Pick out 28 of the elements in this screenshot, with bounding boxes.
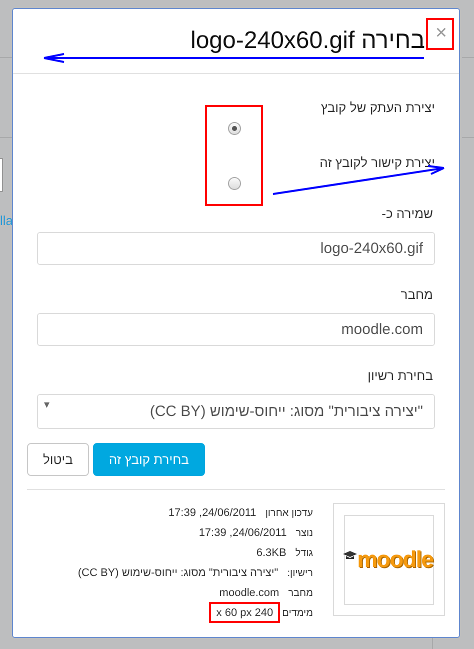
detail-value: 6.3KB bbox=[256, 547, 286, 559]
field-label: בחירת רשיון bbox=[366, 368, 433, 384]
radio-button[interactable] bbox=[228, 177, 241, 190]
field-label: מחבר bbox=[400, 287, 433, 303]
cap-icon bbox=[343, 551, 358, 560]
license-dropdown[interactable]: "יצירה ציבורית" מסוג: ייחוס-שימוש (CC BY) ▾ bbox=[37, 394, 435, 429]
detail-label: מחבר bbox=[288, 588, 313, 598]
highlight-frame bbox=[209, 602, 280, 623]
detail-label: גודל bbox=[295, 548, 313, 558]
detail-value: 24/06/2011, 17:39 bbox=[168, 507, 256, 519]
detail-value: x 60 px 240 bbox=[216, 607, 274, 619]
detail-label: מימדים bbox=[282, 608, 313, 618]
option-label: יצירת העתק של קובץ bbox=[320, 100, 435, 115]
cancel-button[interactable]: ביטול bbox=[27, 443, 89, 476]
logo-text: moodle bbox=[357, 546, 433, 573]
detail-value: moodle.com bbox=[219, 587, 280, 599]
radio-button[interactable] bbox=[228, 122, 241, 135]
dialog-title: בחירה logo-240x60.gif bbox=[190, 27, 425, 55]
input-field[interactable]: logo-240x60.gif bbox=[37, 232, 435, 265]
detail-label: רישיון: bbox=[287, 568, 313, 578]
detail-label: נוצר bbox=[296, 528, 313, 538]
input-field[interactable]: moodle.com bbox=[37, 313, 435, 346]
background-panel bbox=[0, 158, 3, 192]
highlight-frame bbox=[426, 18, 454, 50]
detail-label: עדכון אחרון bbox=[265, 508, 313, 518]
detail-value: "יצירה ציבורית" מסוג: ייחוס-שימוש (CC BY) bbox=[78, 567, 278, 579]
field-label: שמירה כ- bbox=[380, 206, 433, 222]
detail-value: 24/06/2011, 17:39 bbox=[198, 527, 287, 539]
